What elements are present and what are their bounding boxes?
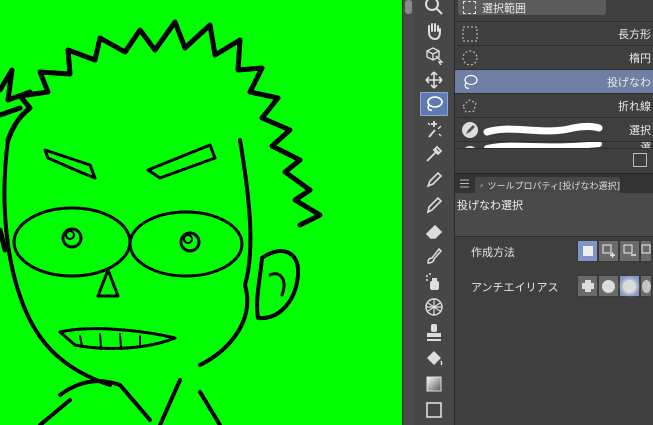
wrench-icon bbox=[479, 183, 484, 188]
fill-tool[interactable] bbox=[420, 347, 448, 371]
eyedropper-tool[interactable] bbox=[420, 142, 448, 166]
antialias-none-button[interactable] bbox=[577, 275, 598, 297]
selection-tool[interactable] bbox=[420, 92, 448, 116]
add-selection-button[interactable] bbox=[598, 240, 619, 262]
zoom-tool[interactable] bbox=[420, 0, 448, 18]
download-icon[interactable] bbox=[633, 153, 647, 167]
tool-property-tab[interactable]: ツールプロパティ[投げなわ選択] bbox=[475, 177, 620, 194]
brush-tool[interactable] bbox=[420, 244, 448, 268]
eraser-icon bbox=[425, 224, 443, 239]
cube-arrow-icon bbox=[426, 47, 444, 65]
decoration-tool[interactable] bbox=[420, 295, 448, 319]
prop-row-creation-method: 作成方法 bbox=[455, 238, 653, 264]
intersect-selection-icon bbox=[641, 244, 651, 254]
prop-row-antialiasing: アンチエイリアス bbox=[455, 273, 653, 299]
brush-stroke-preview bbox=[483, 123, 603, 136]
subtool-item-label: 投げなわ bbox=[607, 76, 651, 89]
character-line-art bbox=[0, 19, 323, 425]
menu-icon[interactable] bbox=[460, 179, 469, 188]
rect-select-icon bbox=[462, 26, 478, 42]
subtool-group-label: 選択範囲 bbox=[482, 1, 526, 15]
antialias-strong-button[interactable] bbox=[640, 275, 652, 297]
intersect-selection-button[interactable] bbox=[640, 240, 652, 262]
subtool-footer bbox=[455, 148, 653, 171]
subtract-selection-button[interactable] bbox=[619, 240, 640, 262]
subtool-item-label: 長方形 bbox=[618, 28, 651, 41]
stamp-tool[interactable] bbox=[420, 320, 448, 344]
lasso-icon bbox=[427, 96, 443, 111]
magic-wand-icon bbox=[427, 121, 442, 138]
pen-tool[interactable] bbox=[420, 168, 448, 192]
airbrush-icon bbox=[426, 273, 439, 290]
tool-palette bbox=[414, 0, 455, 425]
selection-pen-icon bbox=[462, 122, 478, 138]
subtool-item-label: 楕円 bbox=[629, 52, 651, 65]
subtool-group-tab[interactable]: 選択範囲 bbox=[458, 0, 606, 15]
antialiasing-buttons bbox=[577, 275, 652, 297]
object-tool[interactable] bbox=[420, 43, 448, 67]
dot-icon bbox=[602, 279, 615, 293]
magnifier-icon bbox=[425, 0, 443, 15]
subtool-item-polyline[interactable]: 折れ線 bbox=[455, 93, 653, 117]
prop-label: 作成方法 bbox=[471, 246, 515, 259]
stamp-icon bbox=[427, 324, 441, 341]
prop-label: アンチエイリアス bbox=[471, 281, 559, 294]
pencil-tool[interactable] bbox=[420, 193, 448, 217]
subtool-item-label: 選択 bbox=[629, 124, 651, 137]
ellipse-select-icon bbox=[462, 50, 478, 66]
move-arrows-icon bbox=[425, 71, 443, 89]
antialias-weak-button[interactable] bbox=[598, 275, 619, 297]
lasso-select-icon bbox=[464, 74, 478, 89]
eraser-tool[interactable] bbox=[420, 219, 448, 243]
antialias-medium-button[interactable] bbox=[619, 275, 640, 297]
figure-tool[interactable] bbox=[420, 398, 448, 422]
square-icon bbox=[426, 402, 442, 418]
airbrush-tool[interactable] bbox=[420, 270, 448, 294]
blur-dot-icon bbox=[641, 279, 651, 293]
pencil-icon bbox=[426, 196, 443, 214]
brush-icon bbox=[427, 247, 443, 264]
selection-group-icon bbox=[463, 1, 476, 14]
polyline-select-icon bbox=[462, 99, 477, 113]
tool-property-tab-label: ツールプロパティ[投げなわ選択] bbox=[487, 182, 620, 192]
hand-icon bbox=[428, 23, 441, 41]
eyedropper-icon bbox=[426, 145, 443, 162]
move-tool[interactable] bbox=[420, 68, 448, 92]
new-selection-button[interactable] bbox=[577, 240, 598, 262]
add-selection-icon bbox=[602, 244, 615, 258]
soft-dot-icon bbox=[623, 279, 636, 293]
subtool-item-ellipse[interactable]: 楕円 bbox=[455, 45, 653, 69]
bucket-icon bbox=[427, 351, 443, 366]
subtool-panel: 選択範囲 長方形 楕円 投げなわ 折れ線 選択 選 ツールプロパティ[投げなわ選… bbox=[455, 0, 653, 425]
pen-icon bbox=[426, 171, 443, 188]
drawing-canvas[interactable] bbox=[0, 0, 402, 425]
subtract-selection-icon bbox=[623, 244, 636, 256]
subtool-item-rectangle[interactable]: 長方形 bbox=[455, 21, 653, 45]
gradient-tool[interactable] bbox=[420, 372, 448, 396]
auto-select-tool[interactable] bbox=[420, 117, 448, 141]
new-selection-icon bbox=[582, 246, 593, 256]
tool-property-header: ツールプロパティ[投げなわ選択] bbox=[455, 173, 653, 194]
scrollbar-thumb[interactable] bbox=[405, 0, 412, 14]
subtool-item-lasso[interactable]: 投げなわ bbox=[455, 69, 653, 93]
creation-method-buttons bbox=[577, 240, 652, 262]
subtool-group-header: 選択範囲 bbox=[455, 0, 653, 18]
tool-property-subtool-name: 投げなわ選択 bbox=[455, 193, 653, 237]
pattern-icon bbox=[425, 298, 443, 316]
subtool-item-label: 折れ線 bbox=[618, 100, 651, 113]
hand-tool[interactable] bbox=[420, 19, 448, 43]
gradient-icon bbox=[426, 376, 442, 392]
subtool-item-selection-pen[interactable]: 選択 bbox=[455, 117, 653, 141]
pixel-dot-icon bbox=[581, 280, 594, 292]
